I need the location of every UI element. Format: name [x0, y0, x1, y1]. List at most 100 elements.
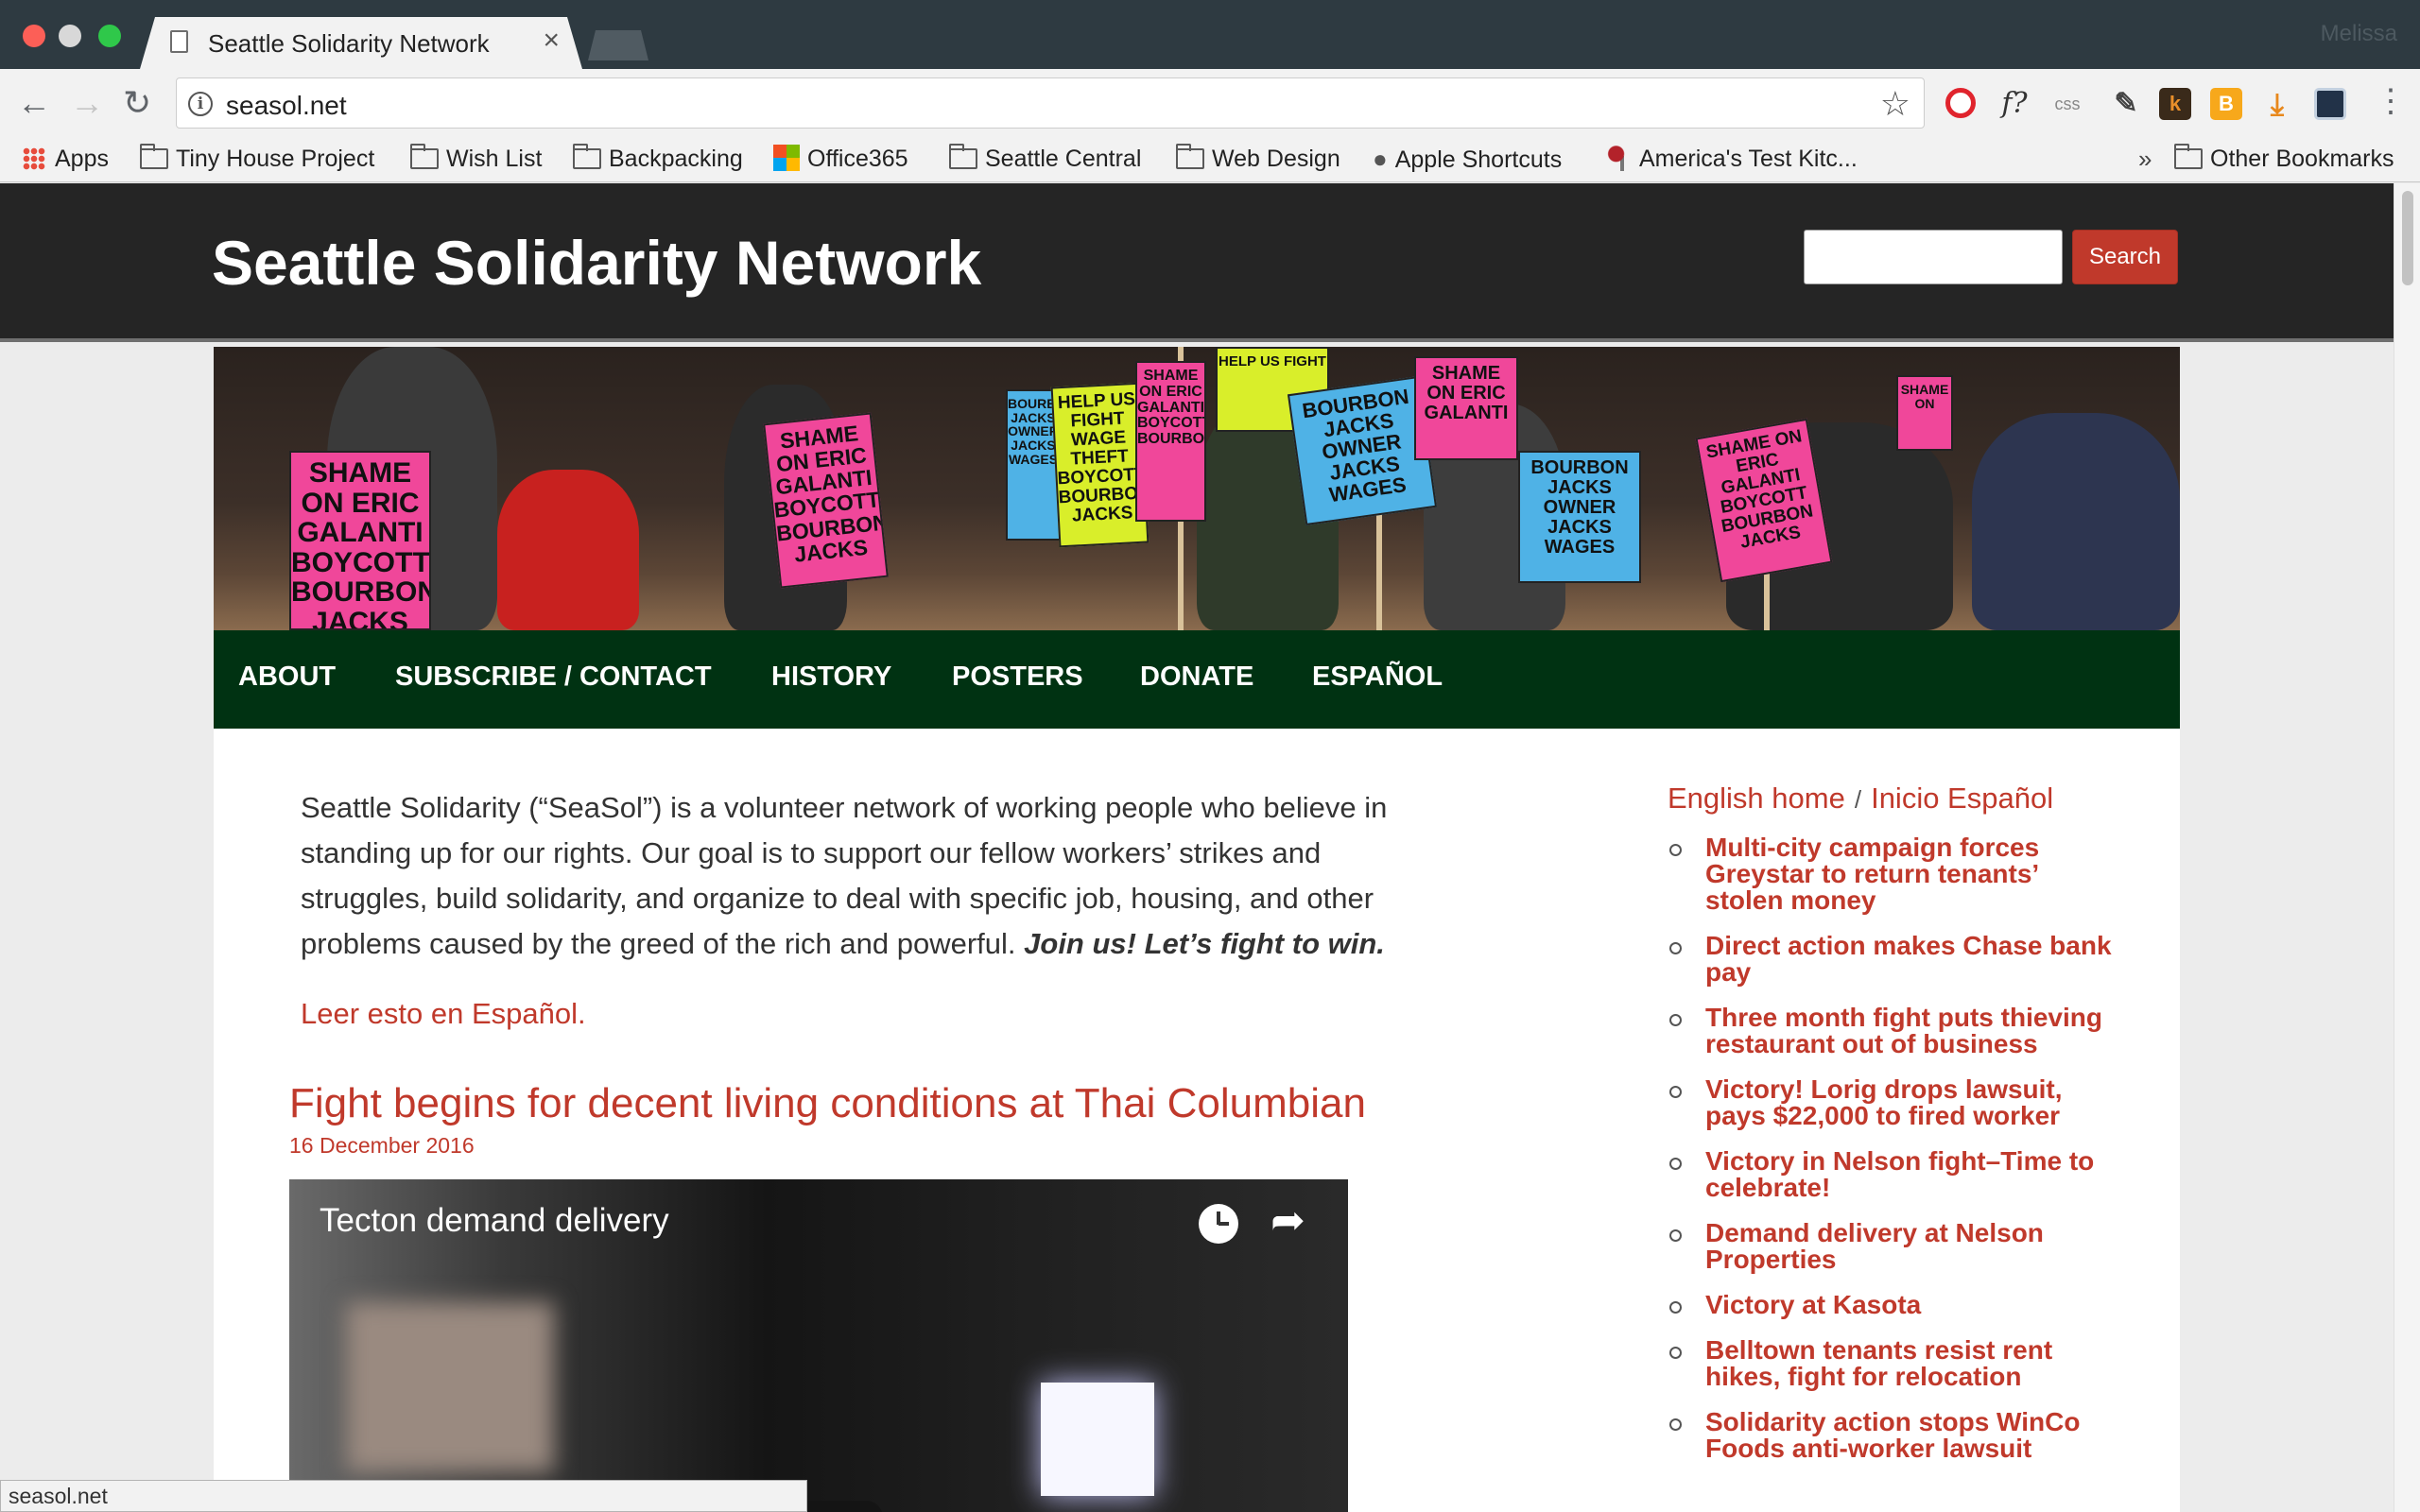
video-embed[interactable]: Tecton demand delivery ➦: [289, 1179, 1348, 1512]
folder-icon: [1176, 144, 1204, 169]
office365-icon: [773, 145, 800, 171]
apps-grid-icon: [23, 147, 45, 170]
page-scrollbar[interactable]: [2394, 183, 2420, 1512]
close-window-button[interactable]: [23, 25, 45, 47]
folder-icon: [573, 144, 601, 169]
folder-icon: [410, 144, 439, 169]
nav-posters[interactable]: POSTERS: [952, 662, 1083, 693]
browser-tab[interactable]: Seattle Solidarity Network ×: [140, 17, 582, 69]
test-kitchen-icon: [1607, 145, 1630, 171]
menu-icon[interactable]: ⋮: [2375, 82, 2407, 120]
bookmark-backpacking[interactable]: Backpacking: [573, 143, 743, 175]
video-frame-detail: [1041, 1383, 1154, 1496]
protest-sign: BOURBON JACKS OWNER JACKS WAGES: [1518, 451, 1641, 583]
nav-about[interactable]: ABOUT: [238, 662, 336, 693]
browser-toolbar: ← → ↻ i seasol.net ☆ f? css ✎ k B ⤓ ⋮: [0, 69, 2420, 137]
folder-icon: [2174, 144, 2203, 169]
video-title[interactable]: Tecton demand delivery: [320, 1202, 669, 1240]
tab-title: Seattle Solidarity Network: [208, 29, 490, 58]
forward-icon[interactable]: →: [70, 84, 104, 122]
intro-paragraph: Seattle Solidarity (“SeaSol”) is a volun…: [301, 785, 1435, 967]
b-extension-icon[interactable]: B: [2210, 88, 2242, 120]
status-bar: seasol.net: [0, 1480, 807, 1512]
bookmark-other-bookmarks[interactable]: Other Bookmarks: [2174, 143, 2394, 175]
header-banner-photo: SHAME ON ERIC GALANTI BOYCOTT BOURBON JA…: [214, 347, 2180, 630]
main-content: Seattle Solidarity (“SeaSol”) is a volun…: [214, 729, 2180, 1512]
apple-icon: ●: [1373, 145, 1388, 173]
banner-person: [1972, 413, 2180, 630]
main-nav: ABOUT SUBSCRIBE / CONTACT HISTORY POSTER…: [214, 630, 2180, 729]
tab-close-icon[interactable]: ×: [543, 25, 560, 57]
recent-post-link[interactable]: Victory in Nelson fight–Time to celebrat…: [1668, 1148, 2121, 1201]
protest-sign: SHAME ON ERIC GALANTI BOYCOTT BOURBON JA…: [763, 412, 889, 589]
protest-sign: HELP US FIGHT WAGE THEFT BOYCOTT BOURBON…: [1050, 382, 1150, 548]
share-icon[interactable]: ➦: [1270, 1196, 1305, 1245]
font-identifier-icon[interactable]: f?: [1998, 88, 2031, 120]
recent-post-link[interactable]: Three month fight puts thieving restaura…: [1668, 1005, 2121, 1057]
bookmark-americas-test-kitchen[interactable]: America's Test Kitc...: [1607, 143, 1858, 175]
site-title[interactable]: Seattle Solidarity Network: [212, 227, 981, 299]
bookmarks-overflow-icon[interactable]: »: [2138, 145, 2152, 174]
bookmark-star-icon[interactable]: ☆: [1880, 84, 1910, 124]
tab-strip: Seattle Solidarity Network × Melissa: [0, 0, 2420, 69]
bookmark-apple-shortcuts[interactable]: ● Apple Shortcuts: [1373, 143, 1562, 175]
nav-espanol[interactable]: ESPAÑOL: [1312, 662, 1443, 693]
back-icon[interactable]: ←: [17, 84, 51, 122]
search-button[interactable]: Search: [2072, 230, 2178, 284]
bookmark-seattle-central[interactable]: Seattle Central: [949, 143, 1141, 175]
recent-post-link[interactable]: Victory! Lorig drops lawsuit, pays $22,0…: [1668, 1076, 2121, 1129]
new-tab-button[interactable]: [588, 30, 648, 60]
sidebar-home-links: English home / Inicio Español: [1668, 782, 2053, 816]
bookmark-wish-list[interactable]: Wish List: [410, 143, 542, 175]
english-home-link[interactable]: English home: [1668, 782, 1845, 815]
scrollbar-thumb[interactable]: [2402, 191, 2413, 285]
page-viewport: Seattle Solidarity Network Search SHAME …: [0, 183, 2394, 1512]
nav-history[interactable]: HISTORY: [771, 662, 891, 693]
color-picker-icon[interactable]: ✎: [2110, 88, 2142, 120]
banner-person: [497, 470, 639, 630]
opera-vpn-icon[interactable]: [1945, 88, 1976, 118]
minimize-window-button[interactable]: [59, 25, 81, 47]
bookmarks-bar: Apps Tiny House Project Wish List Backpa…: [0, 137, 2420, 182]
recent-post-link[interactable]: Multi-city campaign forces Greystar to r…: [1668, 834, 2121, 914]
nav-donate[interactable]: DONATE: [1140, 662, 1253, 693]
url-text[interactable]: seasol.net: [226, 91, 347, 121]
separator: /: [1854, 785, 1862, 814]
site-header: Seattle Solidarity Network Search: [0, 183, 2394, 342]
recent-post-link[interactable]: Belltown tenants resist rent hikes, figh…: [1668, 1337, 2121, 1390]
bookmark-tiny-house-project[interactable]: Tiny House Project: [140, 143, 374, 175]
protest-sign: SHAME ON ERIC GALANTI BOYCOTT BOURBON JA…: [289, 451, 431, 630]
folder-icon: [949, 144, 977, 169]
protest-sign: SHAME ON ERIC GALANTI: [1414, 356, 1518, 460]
video-frame-detail: [346, 1302, 554, 1472]
intro-call-to-action: Join us! Let’s fight to win.: [1024, 927, 1385, 960]
protest-sign: SHAME ON ERIC GALANTI BOYCOTT BOURBON: [1135, 361, 1206, 522]
css-viewer-icon[interactable]: css: [2051, 88, 2083, 120]
bookmark-apps[interactable]: Apps: [23, 143, 109, 175]
reload-icon[interactable]: ↻: [123, 84, 151, 122]
address-bar[interactable]: i seasol.net ☆: [176, 77, 1925, 129]
recent-post-link[interactable]: Direct action makes Chase bank pay: [1668, 933, 2121, 986]
protest-sign: SHAME ON: [1896, 375, 1953, 451]
profile-name[interactable]: Melissa: [2321, 21, 2397, 47]
k-extension-icon[interactable]: k: [2159, 88, 2191, 120]
bookmark-office365[interactable]: Office365: [773, 143, 908, 175]
spanish-version-link[interactable]: Leer esto en Español.: [301, 997, 586, 1031]
nav-subscribe-contact[interactable]: SUBSCRIBE / CONTACT: [395, 662, 712, 693]
recent-posts-list: Multi-city campaign forces Greystar to r…: [1668, 834, 2121, 1481]
post-date: 16 December 2016: [289, 1133, 475, 1158]
recent-post-link[interactable]: Solidarity action stops WinCo Foods anti…: [1668, 1409, 2121, 1462]
folder-icon: [140, 144, 168, 169]
maximize-window-button[interactable]: [98, 25, 121, 47]
bookmark-web-design[interactable]: Web Design: [1176, 143, 1340, 175]
download-icon[interactable]: ⤓: [2261, 88, 2293, 120]
post-title[interactable]: Fight begins for decent living condition…: [289, 1080, 1366, 1127]
search-input[interactable]: [1804, 230, 2063, 284]
screen-capture-icon[interactable]: [2314, 88, 2346, 120]
inicio-espanol-link[interactable]: Inicio Español: [1871, 782, 2053, 815]
info-icon[interactable]: i: [188, 92, 213, 116]
watch-later-icon[interactable]: [1199, 1204, 1238, 1244]
recent-post-link[interactable]: Demand delivery at Nelson Properties: [1668, 1220, 2121, 1273]
page-icon: [170, 30, 188, 53]
recent-post-link[interactable]: Victory at Kasota: [1668, 1292, 2121, 1318]
